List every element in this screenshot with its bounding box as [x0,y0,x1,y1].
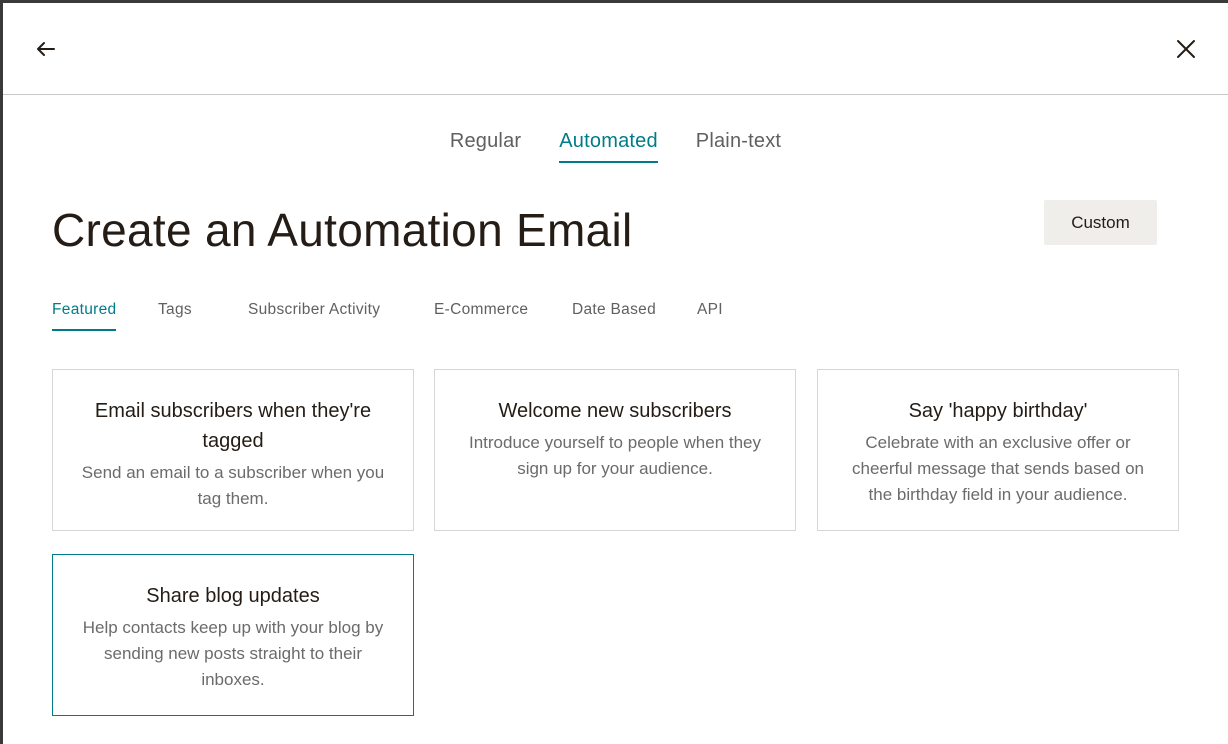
card-title: Email subscribers when they're tagged [94,400,372,452]
tab-tags[interactable]: Tags [158,301,192,329]
tab-e-commerce[interactable]: E-Commerce [434,301,528,329]
card-description: Send an email to a subscriber when you t… [81,463,385,508]
tab-date-based[interactable]: Date Based [572,301,656,329]
card-title: Welcome new subscribers [498,400,732,422]
card-happy-birthday[interactable]: Say 'happy birthday' Celebrate with an e… [817,369,1179,531]
tab-api[interactable]: API [697,301,723,329]
card-description: Help contacts keep up with your blog by … [82,618,384,689]
custom-button[interactable]: Custom [1044,200,1157,245]
automation-email-modal: Regular Automated Plain-text Create an A… [3,3,1228,744]
arrow-left-icon [37,42,55,56]
card-title: Say 'happy birthday' [908,400,1088,422]
card-title: Share blog updates [146,585,320,607]
tab-featured[interactable]: Featured [52,301,117,331]
tab-automated[interactable]: Automated [559,130,658,163]
card-share-blog-updates[interactable]: Share blog updates Help contacts keep up… [52,554,414,716]
page-title: Create an Automation Email [52,204,633,256]
back-button[interactable] [33,36,59,62]
campaign-type-tabs: Regular Automated Plain-text [3,130,1228,163]
close-button[interactable] [1173,36,1199,62]
card-welcome-subscribers[interactable]: Welcome new subscribers Introduce yourse… [434,369,796,531]
modal-header [3,3,1228,95]
tab-subscriber-activity[interactable]: Subscriber Activity [248,301,380,329]
tab-plain-text[interactable]: Plain-text [696,130,781,163]
card-description: Celebrate with an exclusive offer or che… [851,433,1145,504]
card-description: Introduce yourself to people when they s… [468,433,762,478]
card-email-tagged[interactable]: Email subscribers when they're tagged Se… [52,369,414,531]
close-icon [1177,40,1195,58]
tab-regular[interactable]: Regular [450,130,521,163]
